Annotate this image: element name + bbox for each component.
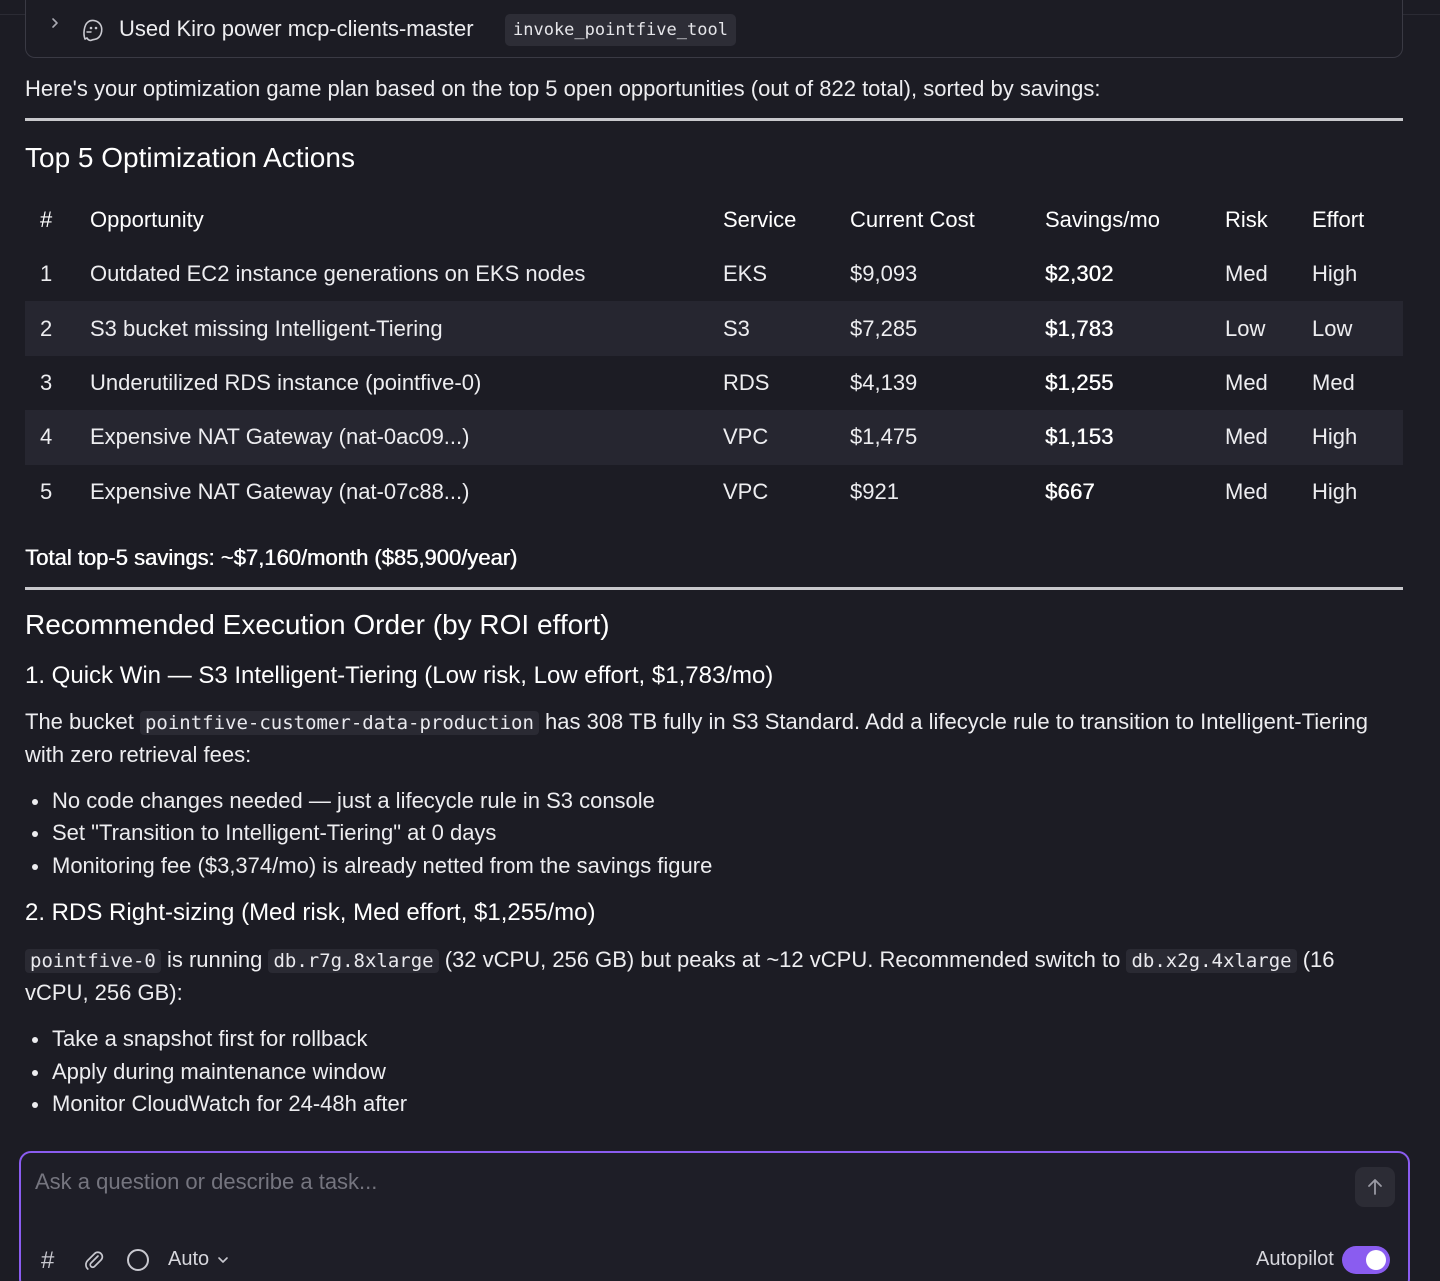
row-opportunity: Expensive NAT Gateway (nat-0ac09...) [90, 410, 723, 465]
step2-text: is running [160, 947, 269, 973]
row-opportunity: Underutilized RDS instance (pointfive-0) [90, 369, 482, 395]
circle-icon[interactable] [127, 1249, 149, 1271]
step1-bullet-list: No code changes needed — just a lifecycl… [25, 785, 1403, 883]
autopilot-toggle[interactable] [1342, 1246, 1390, 1274]
row-number: 1 [40, 261, 53, 287]
step1-text-before: The bucket [25, 708, 140, 734]
row-savings: $667 [1045, 478, 1095, 504]
intro-text: Here's your optimization game plan based… [25, 76, 1101, 101]
opportunities-table: # Opportunity Service Current Cost Savin… [25, 193, 1403, 519]
row-effort: High [1312, 478, 1358, 504]
instance-name-code: pointfive-0 [25, 949, 161, 974]
table-row: 1 Outdated EC2 instance generations on E… [25, 247, 1403, 301]
row-service: S3 [723, 301, 850, 356]
chevron-right-icon[interactable] [48, 16, 62, 30]
row-effort: Med [1312, 369, 1355, 395]
table-row: 4 Expensive NAT Gateway (nat-0ac09...) V… [25, 410, 1403, 465]
step1-title: 1. Quick Win — S3 Intelligent-Tiering (L… [25, 661, 774, 689]
column-header: Risk [1225, 207, 1268, 232]
table-row: 3 Underutilized RDS instance (pointfive-… [25, 356, 1403, 410]
section-title-top5: Top 5 Optimization Actions [25, 142, 355, 173]
list-item: No code changes needed — just a lifecycl… [25, 785, 1403, 818]
step2-title: 2. RDS Right-sizing (Med risk, Med effor… [25, 899, 596, 927]
row-number: 5 [40, 478, 53, 504]
chat-panel: Used Kiro power mcp-clients-master invok… [0, 0, 1440, 1281]
column-header: Service [723, 207, 797, 232]
chat-composer[interactable]: Ask a question or describe a task... # A… [19, 1151, 1410, 1281]
row-service: EKS [723, 261, 768, 287]
row-savings: $2,302 [1045, 261, 1114, 287]
total-savings: Total top-5 savings: ~$7,160/month ($85,… [25, 544, 518, 570]
row-number: 3 [40, 369, 53, 395]
row-service: RDS [723, 369, 770, 395]
list-item: Take a snapshot first for rollback [25, 1023, 1403, 1056]
column-header: Effort [1312, 207, 1365, 232]
tool-name-code: invoke_pointfive_tool [505, 14, 736, 46]
mode-label: Auto [168, 1248, 210, 1270]
row-effort: High [1312, 410, 1403, 465]
horizontal-rule [25, 586, 1403, 590]
row-savings: $1,255 [1045, 369, 1114, 395]
step2-text: (32 vCPU, 256 GB) but peaks at ~12 vCPU.… [438, 947, 1127, 973]
row-effort: High [1312, 261, 1358, 287]
toggle-knob [1366, 1250, 1386, 1270]
row-risk: Med [1225, 478, 1268, 504]
hash-icon[interactable]: # [41, 1247, 54, 1275]
row-number: 4 [25, 410, 90, 465]
list-item: Monitoring fee ($3,374/mo) is already ne… [25, 850, 1403, 883]
table-row: 5 Expensive NAT Gateway (nat-07c88...) V… [25, 465, 1403, 519]
row-cost: $4,139 [850, 369, 918, 395]
recommended-instance-type-code: db.x2g.4xlarge [1126, 949, 1297, 974]
assistant-message: Here's your optimization game plan based… [25, 74, 1403, 1121]
row-service: VPC [723, 410, 850, 465]
row-risk: Low [1225, 301, 1312, 356]
table-row: 2 S3 bucket missing Intelligent-Tiering … [25, 301, 1403, 356]
kiro-ghost-icon [83, 19, 103, 42]
step1-paragraph: The bucket pointfive-customer-data-produ… [25, 706, 1403, 771]
column-header: Savings/mo [1045, 207, 1160, 232]
row-cost: $921 [850, 478, 899, 504]
row-cost: $9,093 [850, 261, 918, 287]
bucket-name-code: pointfive-customer-data-production [139, 710, 539, 735]
row-cost: $1,475 [850, 410, 1045, 465]
list-item: Apply during maintenance window [25, 1056, 1403, 1089]
column-header: Current Cost [850, 207, 975, 232]
mode-selector[interactable]: Auto [168, 1248, 229, 1271]
list-item: Monitor CloudWatch for 24-48h after [25, 1088, 1403, 1121]
paperclip-icon[interactable] [83, 1249, 105, 1271]
tool-call-card[interactable]: Used Kiro power mcp-clients-master invok… [25, 0, 1403, 58]
row-service: VPC [723, 478, 769, 504]
row-risk: Med [1225, 369, 1268, 395]
row-risk: Med [1225, 261, 1268, 287]
row-savings: $1,783 [1045, 301, 1225, 356]
row-opportunity: S3 bucket missing Intelligent-Tiering [90, 301, 723, 356]
section-title-execution-order: Recommended Execution Order (by ROI effo… [25, 608, 610, 640]
step2-bullet-list: Take a snapshot first for rollback Apply… [25, 1023, 1403, 1121]
horizontal-rule [25, 118, 1403, 121]
row-cost: $7,285 [850, 301, 1045, 356]
current-instance-type-code: db.r7g.8xlarge [268, 949, 439, 974]
send-arrow-icon [1368, 1179, 1382, 1195]
row-savings: $1,153 [1045, 410, 1225, 465]
list-item: Set "Transition to Intelligent-Tiering" … [25, 817, 1403, 850]
row-risk: Med [1225, 410, 1312, 465]
chat-input[interactable]: Ask a question or describe a task... [35, 1169, 377, 1195]
row-opportunity: Outdated EC2 instance generations on EKS… [90, 261, 586, 287]
column-header: # [40, 207, 53, 232]
table-header-row: # Opportunity Service Current Cost Savin… [25, 193, 1403, 247]
tool-call-label: Used Kiro power mcp-clients-master [119, 16, 474, 41]
row-effort: Low [1312, 301, 1403, 356]
step2-paragraph: pointfive-0 is running db.r7g.8xlarge (3… [25, 944, 1403, 1009]
row-number: 2 [25, 301, 90, 356]
send-button[interactable] [1355, 1167, 1395, 1207]
chevron-down-icon [218, 1256, 228, 1263]
column-header: Opportunity [90, 207, 204, 232]
autopilot-label: Autopilot [1256, 1248, 1334, 1270]
row-opportunity: Expensive NAT Gateway (nat-07c88...) [90, 478, 470, 504]
